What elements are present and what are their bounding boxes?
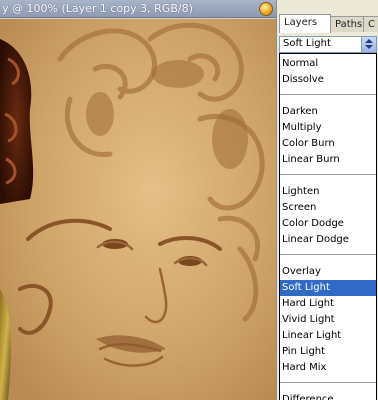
- separator: [280, 94, 376, 95]
- document-title: y @ 100% (Layer 1 copy 3, RGB/8): [2, 2, 193, 15]
- blend-option-pin-light[interactable]: Pin Light: [280, 344, 376, 360]
- close-icon[interactable]: [259, 2, 273, 16]
- panel-tabs: Layers Paths C: [279, 14, 378, 33]
- blend-option-linear-light[interactable]: Linear Light: [280, 328, 376, 344]
- blend-mode-value: Soft Light: [283, 38, 331, 49]
- layers-panel: Layers Paths C Soft Light Normal Dissolv…: [276, 0, 378, 400]
- blend-option-hard-mix[interactable]: Hard Mix: [280, 360, 376, 376]
- blend-option-lighten[interactable]: Lighten: [280, 184, 376, 200]
- blend-mode-select[interactable]: Soft Light: [279, 36, 377, 53]
- blend-option-overlay[interactable]: Overlay: [280, 264, 376, 280]
- blend-option-screen[interactable]: Screen: [280, 200, 376, 216]
- blend-option-soft-light[interactable]: Soft Light: [280, 280, 376, 296]
- separator: [280, 174, 376, 175]
- document-title-bar[interactable]: y @ 100% (Layer 1 copy 3, RGB/8): [0, 0, 276, 18]
- blend-option-color-burn[interactable]: Color Burn: [280, 136, 376, 152]
- select-arrows-icon[interactable]: [361, 37, 376, 52]
- tab-layers[interactable]: Layers: [279, 14, 331, 33]
- sepia-portrait-image: [0, 19, 276, 400]
- blend-option-linear-burn[interactable]: Linear Burn: [280, 152, 376, 168]
- tab-paths[interactable]: Paths: [330, 16, 364, 32]
- blend-option-multiply[interactable]: Multiply: [280, 120, 376, 136]
- blend-option-darken[interactable]: Darken: [280, 104, 376, 120]
- separator: [280, 254, 376, 255]
- blend-option-difference[interactable]: Difference: [280, 392, 376, 400]
- blend-option-color-dodge[interactable]: Color Dodge: [280, 216, 376, 232]
- blend-option-normal[interactable]: Normal: [280, 56, 376, 72]
- tab-channels[interactable]: C: [363, 16, 378, 32]
- blend-option-vivid-light[interactable]: Vivid Light: [280, 312, 376, 328]
- blend-option-hard-light[interactable]: Hard Light: [280, 296, 376, 312]
- blend-mode-dropdown-list[interactable]: Normal Dissolve Darken Multiply Color Bu…: [279, 53, 377, 400]
- blend-option-linear-dodge[interactable]: Linear Dodge: [280, 232, 376, 248]
- separator: [280, 382, 376, 383]
- blend-option-dissolve[interactable]: Dissolve: [280, 72, 376, 88]
- document-canvas[interactable]: [0, 19, 276, 400]
